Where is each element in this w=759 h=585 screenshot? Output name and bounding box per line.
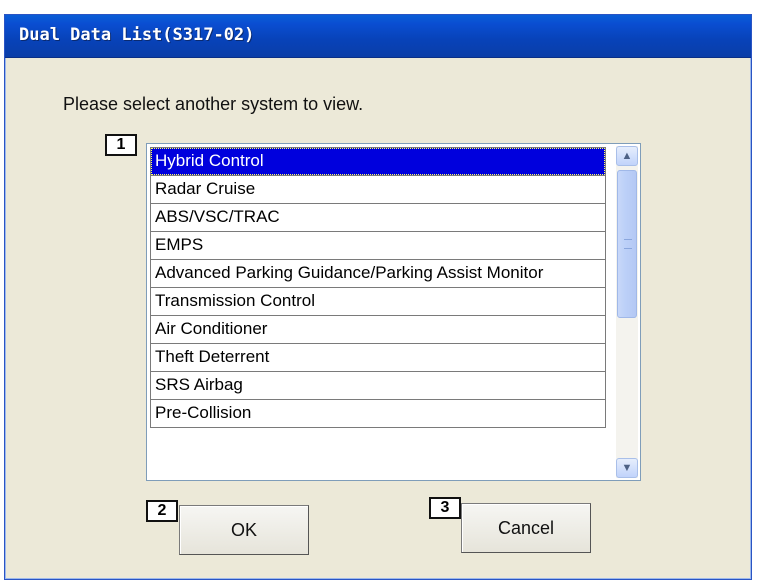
- dialog-window: Dual Data List(S317-02) Please select an…: [4, 14, 752, 580]
- system-listbox[interactable]: Hybrid Control Radar Cruise ABS/VSC/TRAC EM…: [146, 143, 641, 481]
- list-item[interactable]: Pre-Collision: [150, 400, 606, 428]
- chevron-down-icon[interactable]: ▼: [616, 458, 638, 478]
- list-item[interactable]: Transmission Control: [150, 288, 606, 316]
- system-list: Hybrid Control Radar Cruise ABS/VSC/TRAC EM…: [150, 147, 606, 428]
- callout-badge-2: 2: [146, 500, 178, 522]
- list-item[interactable]: SRS Airbag: [150, 372, 606, 400]
- chevron-up-icon[interactable]: ▲: [616, 146, 638, 166]
- list-item[interactable]: Air Conditioner: [150, 316, 606, 344]
- callout-badge-1: 1: [105, 134, 137, 156]
- list-item[interactable]: Radar Cruise: [150, 176, 606, 204]
- list-item[interactable]: Theft Deterrent: [150, 344, 606, 372]
- list-item[interactable]: Hybrid Control: [150, 147, 606, 176]
- instruction-text: Please select another system to view.: [63, 94, 364, 114]
- callout-badge-3: 3: [429, 497, 461, 519]
- list-item[interactable]: ABS/VSC/TRAC: [150, 204, 606, 232]
- vertical-scrollbar[interactable]: ▲ ▼: [616, 146, 638, 478]
- list-item[interactable]: Advanced Parking Guidance/Parking Assist…: [150, 260, 606, 288]
- scrollbar-thumb[interactable]: [617, 170, 637, 318]
- ok-button[interactable]: OK: [179, 505, 309, 555]
- grip-icon: [624, 239, 632, 249]
- list-item[interactable]: EMPS: [150, 232, 606, 260]
- title-bar[interactable]: Dual Data List(S317-02): [5, 15, 751, 58]
- cancel-button[interactable]: Cancel: [461, 503, 591, 553]
- window-title: Dual Data List(S317-02): [19, 25, 255, 45]
